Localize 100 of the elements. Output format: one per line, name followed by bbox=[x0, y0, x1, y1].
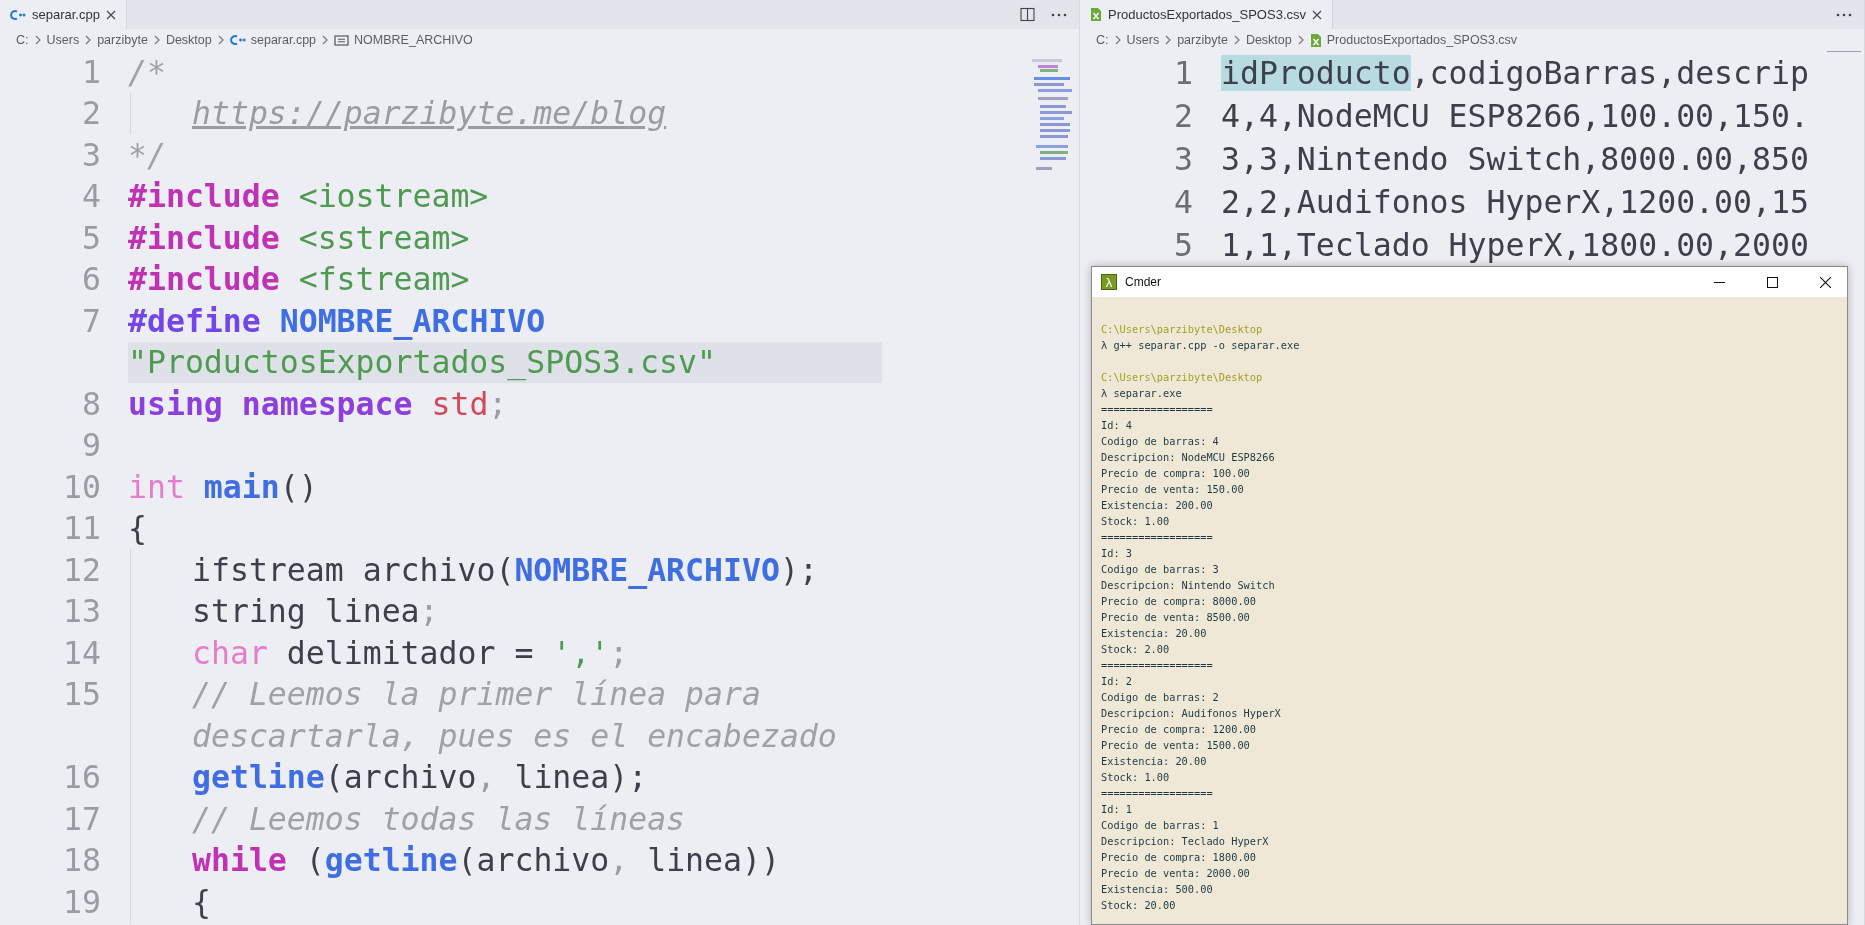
line-number: 11 bbox=[62, 510, 101, 547]
terminal-line: Id: 2 bbox=[1101, 674, 1133, 689]
line-number: 18 bbox=[62, 842, 101, 879]
cpp-file-icon bbox=[229, 34, 246, 46]
line-number: 7 bbox=[81, 302, 101, 339]
terminal-line: Codigo de barras: 3 bbox=[1101, 562, 1220, 577]
terminal-line: Precio de compra: 8000.00 bbox=[1101, 594, 1257, 609]
maximize-icon[interactable] bbox=[1767, 276, 1778, 288]
more-icon[interactable] bbox=[1836, 12, 1852, 17]
symbol-icon bbox=[334, 34, 350, 46]
breadcrumb-item[interactable]: parzibyte bbox=[1177, 33, 1228, 47]
code-line: #include <fstream> bbox=[128, 260, 471, 300]
code-line: /* bbox=[128, 52, 167, 92]
terminal-line: Precio de venta: 8500.00 bbox=[1101, 610, 1251, 625]
breadcrumb-item[interactable]: Users bbox=[46, 33, 80, 47]
line-number: 12 bbox=[62, 551, 101, 588]
terminal-line: ================== bbox=[1101, 786, 1214, 801]
terminal-line: λ g++ separar.cpp -o separar.exe bbox=[1101, 338, 1301, 353]
close-icon[interactable] bbox=[1820, 276, 1831, 288]
spreadsheet-file-icon bbox=[1309, 32, 1322, 48]
chevron-icon bbox=[152, 35, 161, 45]
breadcrumb-item[interactable]: Users bbox=[1126, 33, 1160, 47]
code-line: */ bbox=[128, 135, 167, 175]
terminal-line: C:\Users\parzibyte\Desktop bbox=[1101, 322, 1264, 337]
csv-line: 3,3,Nintendo Switch,8000.00,850 bbox=[1221, 139, 1809, 179]
line-number: 5 bbox=[81, 219, 101, 256]
breadcrumb-item[interactable]: NOMBRE_ARCHIVO bbox=[334, 33, 473, 47]
terminal-line: Precio de venta: 150.00 bbox=[1101, 482, 1245, 497]
line-number: 3 bbox=[1173, 140, 1193, 177]
split-editor-icon[interactable] bbox=[1020, 7, 1035, 22]
breadcrumb-item[interactable]: separar.cpp bbox=[229, 33, 317, 47]
window-title: Cmder bbox=[1125, 275, 1161, 289]
code-line: using namespace std; bbox=[128, 384, 509, 424]
chevron-icon bbox=[321, 35, 330, 45]
line-number: 16 bbox=[62, 759, 101, 796]
line-number: 14 bbox=[62, 634, 101, 671]
terminal-line: Precio de compra: 100.00 bbox=[1101, 466, 1251, 481]
line-number: 2 bbox=[81, 95, 101, 132]
line-number: 6 bbox=[81, 261, 101, 298]
terminal-line: Stock: 1.00 bbox=[1101, 770, 1171, 785]
terminal-line: Precio de venta: 2000.00 bbox=[1101, 866, 1251, 881]
terminal-line: Existencia: 200.00 bbox=[1101, 498, 1214, 513]
editor-tab[interactable]: separar.cpp bbox=[0, 0, 127, 29]
breadcrumb-item[interactable]: Desktop bbox=[1245, 33, 1292, 47]
line-number: 3 bbox=[81, 136, 101, 173]
line-number: 4 bbox=[81, 178, 101, 215]
terminal-line: Precio de compra: 1800.00 bbox=[1101, 850, 1257, 865]
line-number: 8 bbox=[81, 385, 101, 422]
terminal-line: ================== bbox=[1101, 402, 1214, 417]
line-number: 1 bbox=[1173, 54, 1193, 91]
terminal-line: Descripcion: NodeMCU ESP8266 bbox=[1101, 450, 1276, 465]
terminal-line: Stock: 2.00 bbox=[1101, 642, 1171, 657]
editor-tab[interactable]: ProductosExportados_SPOS3.csv bbox=[1080, 0, 1333, 29]
code-line: #include <sstream> bbox=[128, 218, 471, 258]
terminal-line: Descripcion: Nintendo Switch bbox=[1101, 578, 1276, 593]
line-number: 4 bbox=[1173, 183, 1193, 220]
line-number: 5 bbox=[1173, 226, 1193, 263]
cpp-file-icon bbox=[10, 8, 26, 21]
close-icon[interactable] bbox=[105, 9, 116, 20]
csv-line: 2,2,Audifonos HyperX,1200.00,15 bbox=[1221, 182, 1809, 222]
chevron-icon bbox=[216, 35, 225, 45]
line-number: 9 bbox=[81, 427, 101, 464]
terminal-line: C:\Users\parzibyte\Desktop bbox=[1101, 370, 1264, 385]
chevron-icon bbox=[1113, 35, 1122, 45]
csv-line: 1,1,Teclado HyperX,1800.00,2000 bbox=[1221, 225, 1809, 265]
terminal-line: Existencia: 20.00 bbox=[1101, 626, 1208, 641]
code-line: #include <iostream> bbox=[128, 177, 490, 217]
more-icon[interactable] bbox=[1051, 12, 1067, 17]
code-line: int main() bbox=[128, 467, 319, 507]
breadcrumb-item[interactable]: C: bbox=[16, 33, 29, 47]
csv-line: idProducto,codigoBarras,descrip bbox=[1221, 53, 1809, 93]
terminal-line: λ separar.exe bbox=[1101, 386, 1183, 401]
terminal-line: Id: 3 bbox=[1101, 546, 1133, 561]
terminal-line: Existencia: 20.00 bbox=[1101, 754, 1208, 769]
app-icon: λ bbox=[1101, 274, 1117, 290]
chevron-icon bbox=[84, 35, 93, 45]
line-number: 19 bbox=[62, 883, 101, 920]
line-number: 13 bbox=[62, 593, 101, 630]
close-icon[interactable] bbox=[1312, 9, 1322, 20]
chevron-icon bbox=[1164, 35, 1173, 45]
chevron-icon bbox=[33, 35, 42, 45]
line-number: 10 bbox=[62, 468, 101, 505]
breadcrumb-item[interactable]: Desktop bbox=[165, 33, 212, 47]
line-number: 15 bbox=[62, 676, 101, 713]
breadcrumb-item[interactable]: parzibyte bbox=[97, 33, 148, 47]
breadcrumb-item[interactable]: ProductosExportados_SPOS3.csv bbox=[1309, 32, 1518, 48]
terminal-line: Codigo de barras: 2 bbox=[1101, 690, 1220, 705]
terminal-line: Codigo de barras: 1 bbox=[1101, 818, 1220, 833]
breadcrumb-item[interactable]: C: bbox=[1096, 33, 1109, 47]
line-number: 2 bbox=[1173, 97, 1193, 134]
code-line: #define NOMBRE_ARCHIVO bbox=[128, 301, 547, 342]
terminal-line: Stock: 1.00 bbox=[1101, 514, 1171, 529]
terminal-line: Descripcion: Teclado HyperX bbox=[1101, 834, 1270, 849]
line-number: 1 bbox=[81, 53, 101, 90]
terminal-line: ================== bbox=[1101, 658, 1214, 673]
terminal-line: Id: 1 bbox=[1101, 802, 1133, 817]
csv-line: 4,4,NodeMCU ESP8266,100.00,150. bbox=[1221, 96, 1809, 136]
chevron-icon bbox=[1296, 35, 1305, 45]
terminal-line: Codigo de barras: 4 bbox=[1101, 434, 1220, 449]
terminal-line: Existencia: 500.00 bbox=[1101, 882, 1214, 897]
